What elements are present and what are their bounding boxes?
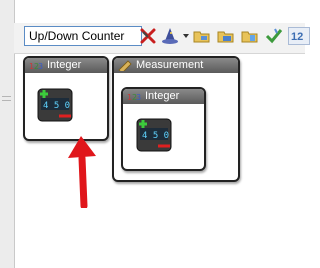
svg-text:3: 3 bbox=[136, 93, 141, 102]
checkmark-icon[interactable] bbox=[265, 27, 283, 45]
block-title: Integer bbox=[47, 59, 82, 71]
chevron-down-icon[interactable] bbox=[183, 34, 189, 38]
ruler-icon bbox=[118, 60, 132, 74]
measurement-block[interactable]: Measurement 123 Integer 4 5 0 bbox=[112, 56, 240, 182]
folder-open-icon[interactable] bbox=[193, 27, 211, 45]
folder-tree-icon[interactable] bbox=[241, 27, 259, 45]
annotation-arrow bbox=[68, 136, 96, 208]
numeric-type-icon: 123 bbox=[29, 60, 43, 71]
svg-text:4 5 0: 4 5 0 bbox=[43, 101, 70, 111]
block-name-input[interactable] bbox=[24, 26, 142, 46]
splitter-grip[interactable] bbox=[2, 96, 11, 97]
splitter-grip[interactable] bbox=[2, 100, 11, 101]
wizard-icon[interactable] bbox=[161, 27, 179, 45]
up-down-counter-icon[interactable]: 4 5 0 bbox=[136, 118, 172, 152]
block-title: Measurement bbox=[136, 59, 204, 71]
up-down-counter-icon[interactable]: 4 5 0 bbox=[37, 88, 73, 122]
folder-link-icon[interactable] bbox=[217, 27, 235, 45]
left-panel-edge bbox=[0, 0, 15, 268]
numeric-icon[interactable]: 12 bbox=[288, 27, 310, 45]
block-header: 123 Integer bbox=[123, 89, 204, 104]
svg-text:3: 3 bbox=[38, 62, 43, 71]
block-header: Measurement bbox=[114, 58, 238, 74]
numeric-type-icon: 123 bbox=[127, 91, 141, 102]
delete-icon[interactable] bbox=[139, 27, 157, 45]
integer-block[interactable]: 123 Integer 4 5 0 bbox=[121, 87, 206, 171]
svg-text:4 5 0: 4 5 0 bbox=[142, 131, 169, 141]
block-header: 123 Integer bbox=[25, 58, 107, 73]
block-title: Integer bbox=[145, 90, 180, 102]
